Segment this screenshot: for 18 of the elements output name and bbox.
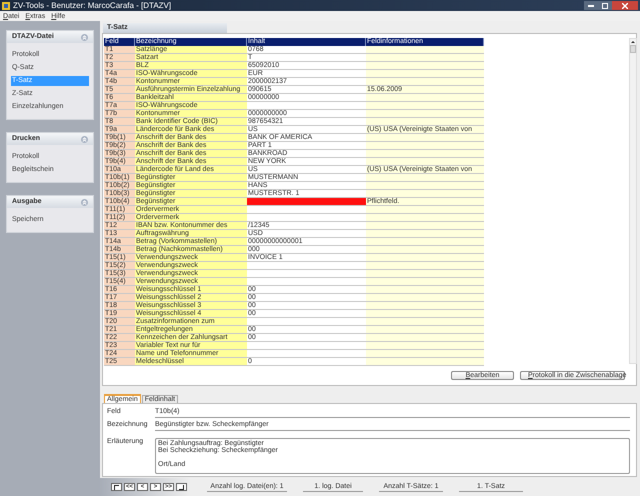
scroll-thumb[interactable]	[630, 45, 636, 53]
close-button[interactable]	[612, 1, 638, 10]
first-icon	[114, 484, 119, 490]
minimize-button[interactable]	[584, 1, 598, 10]
collapse-icon	[81, 198, 88, 206]
maximize-button[interactable]	[598, 1, 612, 10]
window-title: ZV-Tools - Benutzer: MarcoCarafa - [DTAZV]	[13, 0, 172, 10]
first-button[interactable]	[111, 483, 122, 491]
maximize-icon	[602, 2, 608, 8]
collapse-icon	[81, 34, 88, 40]
last-icon	[179, 484, 184, 490]
scrollbar[interactable]	[629, 38, 637, 364]
close-icon	[622, 2, 628, 8]
collapse-icon	[81, 136, 88, 142]
minimize-icon	[588, 4, 594, 6]
scroll-up-icon	[630, 39, 636, 45]
app-icon	[2, 2, 10, 10]
last-button[interactable]	[176, 483, 187, 491]
